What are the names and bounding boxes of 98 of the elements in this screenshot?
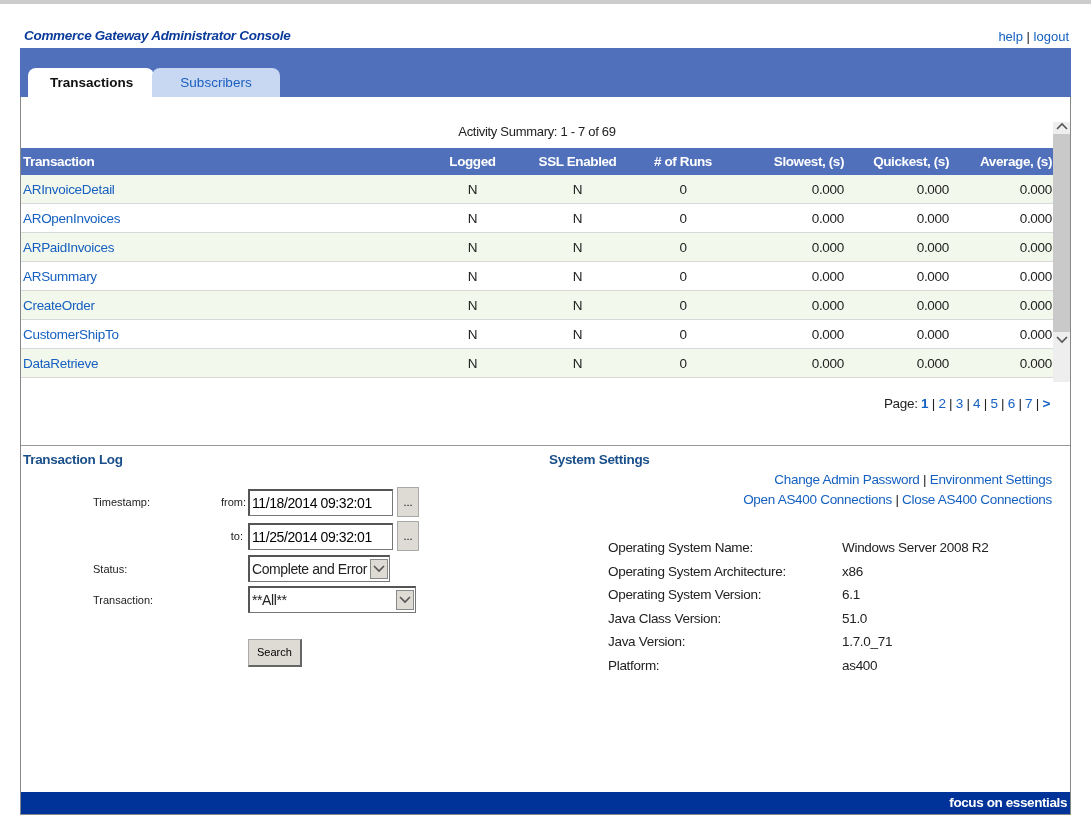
section-title: Transaction Log (23, 451, 124, 469)
info-label: Operating System Architecture: (608, 562, 787, 581)
page-separator: | (948, 396, 954, 411)
table-cell: 0.000 (950, 349, 1053, 378)
info-label: Platform: (608, 656, 661, 675)
tab[interactable]: Subscribers (152, 67, 280, 97)
table-cell: 0.000 (950, 233, 1053, 262)
page-link[interactable]: 1 (921, 396, 929, 411)
info-label: Java Class Version: (608, 609, 722, 628)
table-cell: N (440, 291, 505, 320)
table-cell: 0 (650, 175, 716, 204)
info-value: 6.1 (842, 586, 861, 605)
column-header: SSL Enabled (505, 148, 650, 175)
scroll-up-icon[interactable] (1055, 122, 1068, 130)
table-cell: N (440, 233, 505, 262)
column-header: Slowest, (s) (716, 148, 845, 175)
transaction-link[interactable]: AROpenInvoices (23, 211, 121, 226)
table-cell: 0.000 (716, 233, 845, 262)
header-link[interactable]: help (998, 28, 1023, 44)
info-value: 1.7.0_71 (842, 633, 894, 652)
link-separator: | (894, 492, 900, 508)
page-separator: | (982, 396, 988, 411)
page-separator: | (1017, 396, 1023, 411)
activity-summary: Activity Summary: 1 - 7 of 69 (457, 123, 617, 141)
date-picker-button[interactable]: ... (397, 521, 419, 552)
field-label: to: (230, 530, 243, 542)
table-cell: 0.000 (716, 349, 845, 378)
table-cell: 0.000 (950, 291, 1053, 320)
page-separator: | (1000, 396, 1006, 411)
scroll-thumb[interactable] (1053, 134, 1070, 332)
transaction-link[interactable]: DataRetrieve (23, 356, 99, 371)
page-link[interactable]: 4 (973, 396, 981, 411)
transaction-link[interactable]: ARSummary (23, 269, 97, 284)
transaction-link[interactable]: ARInvoiceDetail (23, 182, 115, 197)
date-input[interactable]: 11/25/2014 09:32:01 (248, 522, 393, 550)
info-label: Operating System Name: (608, 539, 754, 558)
table-cell: 0 (650, 233, 716, 262)
page-link[interactable]: 3 (955, 396, 963, 411)
page-link[interactable]: 2 (938, 396, 946, 411)
link-separator: | (1025, 28, 1031, 44)
field-label: Transaction: (93, 593, 154, 606)
settings-link[interactable]: Close AS400 Connections (902, 492, 1052, 508)
column-header: Transaction (21, 148, 440, 175)
console-title: Commerce Gateway Administrator Console (24, 26, 291, 45)
page-separator: | (965, 396, 971, 411)
settings-link[interactable]: Environment Settings (929, 472, 1052, 488)
table-cell: N (505, 175, 650, 204)
table-cell: N (440, 349, 505, 378)
column-header: Average, (s) (950, 148, 1053, 175)
info-value: Windows Server 2008 R2 (842, 539, 990, 558)
table-cell: N (505, 291, 650, 320)
table-cell: 0.000 (845, 233, 950, 262)
column-header: Logged (440, 148, 505, 175)
table-cell: 0.000 (716, 291, 845, 320)
search-button[interactable]: Search (248, 639, 302, 667)
page-label: Page: (883, 396, 919, 411)
tab[interactable]: Transactions (28, 67, 154, 97)
table-cell: N (505, 233, 650, 262)
table-cell: 0.000 (845, 291, 950, 320)
field-label: from: (221, 496, 247, 508)
info-value: as400 (842, 656, 879, 675)
page-link[interactable]: 6 (1007, 396, 1015, 411)
dropdown[interactable]: Complete and Error (248, 555, 390, 583)
transaction-link[interactable]: CreateOrder (23, 298, 95, 313)
info-value: x86 (842, 562, 864, 581)
header-link[interactable]: logout (1033, 28, 1069, 44)
table-cell: N (440, 175, 505, 204)
table-cell: 0 (650, 349, 716, 378)
page-separator: | (1034, 396, 1040, 411)
section-title: System Settings (549, 451, 651, 469)
transaction-link[interactable]: CustomerShipTo (23, 327, 119, 342)
field-label: Timestamp: (93, 496, 151, 508)
table-cell: 0.000 (716, 175, 845, 204)
page-link[interactable]: 5 (990, 396, 998, 411)
link-separator: | (922, 472, 928, 488)
table-cell: 0 (650, 291, 716, 320)
field-label: Status: (93, 562, 128, 575)
next-page-link[interactable]: > (1042, 396, 1050, 411)
page-link[interactable]: 7 (1025, 396, 1033, 411)
table-cell: 0.000 (950, 175, 1053, 204)
footer-bar: focus on essentials (21, 792, 1070, 814)
date-input[interactable]: 11/18/2014 09:32:01 (248, 488, 393, 516)
table-cell: N (505, 349, 650, 378)
dropdown[interactable]: **All** (248, 586, 416, 614)
date-picker-button[interactable]: ... (397, 487, 419, 518)
info-label: Java Version: (608, 633, 687, 652)
settings-link[interactable]: Change Admin Password (774, 472, 920, 488)
settings-link[interactable]: Open AS400 Connections (743, 492, 892, 508)
info-value: 51.0 (842, 609, 869, 628)
scrollbar[interactable] (1053, 122, 1070, 382)
column-header: Quickest, (s) (845, 148, 950, 175)
table-cell: 0.000 (845, 349, 950, 378)
scroll-down-icon[interactable] (1055, 336, 1068, 344)
page-separator: | (930, 396, 936, 411)
transaction-link[interactable]: ARPaidInvoices (23, 240, 115, 255)
column-header: # of Runs (650, 148, 716, 175)
info-label: Operating System Version: (608, 586, 763, 605)
table-cell: 0.000 (845, 175, 950, 204)
